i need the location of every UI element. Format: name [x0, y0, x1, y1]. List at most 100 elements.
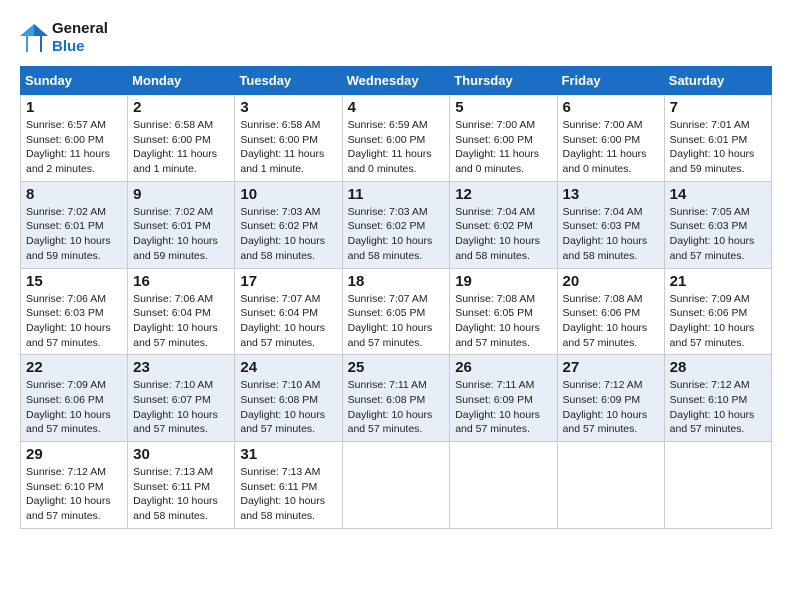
day-info: Sunrise: 6:57 AM Sunset: 6:00 PM Dayligh… — [26, 118, 122, 177]
day-info: Sunrise: 7:02 AM Sunset: 6:01 PM Dayligh… — [26, 205, 122, 264]
day-number: 29 — [26, 446, 122, 463]
day-info: Sunrise: 7:12 AM Sunset: 6:09 PM Dayligh… — [563, 378, 659, 437]
day-number: 3 — [240, 99, 336, 116]
day-info: Sunrise: 7:09 AM Sunset: 6:06 PM Dayligh… — [670, 292, 766, 351]
day-info: Sunrise: 7:00 AM Sunset: 6:00 PM Dayligh… — [563, 118, 659, 177]
calendar-day-13: 13 Sunrise: 7:04 AM Sunset: 6:03 PM Dayli… — [557, 181, 664, 268]
day-info: Sunrise: 7:07 AM Sunset: 6:05 PM Dayligh… — [348, 292, 445, 351]
day-info: Sunrise: 7:04 AM Sunset: 6:02 PM Dayligh… — [455, 205, 551, 264]
day-number: 19 — [455, 273, 551, 290]
col-header-sunday: Sunday — [21, 67, 128, 95]
calendar-day-2: 2Sunrise: 6:58 AM Sunset: 6:00 PM Daylig… — [128, 95, 235, 182]
logo: GeneralBlue — [20, 20, 108, 56]
day-info: Sunrise: 7:09 AM Sunset: 6:06 PM Dayligh… — [26, 378, 122, 437]
day-number: 24 — [240, 359, 336, 376]
day-info: Sunrise: 7:13 AM Sunset: 6:11 PM Dayligh… — [240, 465, 336, 524]
page-header: GeneralBlue — [20, 20, 772, 56]
day-number: 15 — [26, 273, 122, 290]
day-info: Sunrise: 7:05 AM Sunset: 6:03 PM Dayligh… — [670, 205, 766, 264]
col-header-tuesday: Tuesday — [235, 67, 342, 95]
day-number: 18 — [348, 273, 445, 290]
calendar-day-5: 5 Sunrise: 7:00 AM Sunset: 6:00 PM Daylig… — [450, 95, 557, 182]
day-info: Sunrise: 7:08 AM Sunset: 6:06 PM Dayligh… — [563, 292, 659, 351]
day-number: 10 — [240, 186, 336, 203]
day-number: 31 — [240, 446, 336, 463]
day-info: Sunrise: 7:02 AM Sunset: 6:01 PM Dayligh… — [133, 205, 229, 264]
calendar-day-31: 31 Sunrise: 7:13 AM Sunset: 6:11 PM Dayli… — [235, 442, 342, 529]
calendar-day-16: 16 Sunrise: 7:06 AM Sunset: 6:04 PM Dayli… — [128, 268, 235, 355]
day-info: Sunrise: 7:00 AM Sunset: 6:00 PM Dayligh… — [455, 118, 551, 177]
day-info: Sunrise: 7:12 AM Sunset: 6:10 PM Dayligh… — [670, 378, 766, 437]
calendar-week-row-2: 8Sunrise: 7:02 AM Sunset: 6:01 PM Daylig… — [21, 181, 772, 268]
day-number: 12 — [455, 186, 551, 203]
calendar-day-27: 27 Sunrise: 7:12 AM Sunset: 6:09 PM Dayli… — [557, 355, 664, 442]
day-info: Sunrise: 7:11 AM Sunset: 6:09 PM Dayligh… — [455, 378, 551, 437]
logo-text: GeneralBlue — [52, 20, 108, 56]
col-header-thursday: Thursday — [450, 67, 557, 95]
day-info: Sunrise: 7:07 AM Sunset: 6:04 PM Dayligh… — [240, 292, 336, 351]
col-header-wednesday: Wednesday — [342, 67, 450, 95]
day-number: 4 — [348, 99, 445, 116]
calendar-table: SundayMondayTuesdayWednesdayThursdayFrid… — [20, 66, 772, 529]
day-number: 6 — [563, 99, 659, 116]
day-info: Sunrise: 7:06 AM Sunset: 6:03 PM Dayligh… — [26, 292, 122, 351]
calendar-week-row-3: 15 Sunrise: 7:06 AM Sunset: 6:03 PM Dayli… — [21, 268, 772, 355]
calendar-day-17: 17 Sunrise: 7:07 AM Sunset: 6:04 PM Dayli… — [235, 268, 342, 355]
col-header-monday: Monday — [128, 67, 235, 95]
day-number: 16 — [133, 273, 229, 290]
calendar-day-12: 12 Sunrise: 7:04 AM Sunset: 6:02 PM Dayli… — [450, 181, 557, 268]
calendar-day-19: 19 Sunrise: 7:08 AM Sunset: 6:05 PM Dayli… — [450, 268, 557, 355]
day-number: 28 — [670, 359, 766, 376]
day-number: 13 — [563, 186, 659, 203]
calendar-day-29: 29Sunrise: 7:12 AM Sunset: 6:10 PM Dayli… — [21, 442, 128, 529]
calendar-day-15: 15 Sunrise: 7:06 AM Sunset: 6:03 PM Dayli… — [21, 268, 128, 355]
day-info: Sunrise: 7:10 AM Sunset: 6:07 PM Dayligh… — [133, 378, 229, 437]
day-number: 17 — [240, 273, 336, 290]
day-info: Sunrise: 7:03 AM Sunset: 6:02 PM Dayligh… — [348, 205, 445, 264]
logo-blue: Blue — [52, 38, 108, 56]
calendar-day-20: 20 Sunrise: 7:08 AM Sunset: 6:06 PM Dayli… — [557, 268, 664, 355]
logo-icon — [20, 22, 48, 54]
day-info: Sunrise: 6:58 AM Sunset: 6:00 PM Dayligh… — [240, 118, 336, 177]
day-number: 25 — [348, 359, 445, 376]
calendar-day-10: 10 Sunrise: 7:03 AM Sunset: 6:02 PM Dayli… — [235, 181, 342, 268]
calendar-day-11: 11 Sunrise: 7:03 AM Sunset: 6:02 PM Dayli… — [342, 181, 450, 268]
col-header-friday: Friday — [557, 67, 664, 95]
empty-cell — [664, 442, 771, 529]
col-header-saturday: Saturday — [664, 67, 771, 95]
calendar-day-25: 25 Sunrise: 7:11 AM Sunset: 6:08 PM Dayli… — [342, 355, 450, 442]
day-number: 9 — [133, 186, 229, 203]
day-number: 20 — [563, 273, 659, 290]
calendar-day-7: 7Sunrise: 7:01 AM Sunset: 6:01 PM Daylig… — [664, 95, 771, 182]
calendar-day-30: 30Sunrise: 7:13 AM Sunset: 6:11 PM Dayli… — [128, 442, 235, 529]
empty-cell — [450, 442, 557, 529]
calendar-day-18: 18 Sunrise: 7:07 AM Sunset: 6:05 PM Dayli… — [342, 268, 450, 355]
day-info: Sunrise: 7:06 AM Sunset: 6:04 PM Dayligh… — [133, 292, 229, 351]
day-info: Sunrise: 7:08 AM Sunset: 6:05 PM Dayligh… — [455, 292, 551, 351]
day-number: 27 — [563, 359, 659, 376]
day-info: Sunrise: 7:11 AM Sunset: 6:08 PM Dayligh… — [348, 378, 445, 437]
day-number: 11 — [348, 186, 445, 203]
day-number: 2 — [133, 99, 229, 116]
calendar-day-1: 1 Sunrise: 6:57 AM Sunset: 6:00 PM Daylig… — [21, 95, 128, 182]
day-number: 5 — [455, 99, 551, 116]
day-info: Sunrise: 7:10 AM Sunset: 6:08 PM Dayligh… — [240, 378, 336, 437]
calendar-day-24: 24 Sunrise: 7:10 AM Sunset: 6:08 PM Dayli… — [235, 355, 342, 442]
calendar-day-23: 23Sunrise: 7:10 AM Sunset: 6:07 PM Dayli… — [128, 355, 235, 442]
day-number: 14 — [670, 186, 766, 203]
calendar-day-14: 14 Sunrise: 7:05 AM Sunset: 6:03 PM Dayli… — [664, 181, 771, 268]
day-number: 1 — [26, 99, 122, 116]
calendar-day-28: 28 Sunrise: 7:12 AM Sunset: 6:10 PM Dayli… — [664, 355, 771, 442]
day-number: 7 — [670, 99, 766, 116]
empty-cell — [557, 442, 664, 529]
calendar-header-row: SundayMondayTuesdayWednesdayThursdayFrid… — [21, 67, 772, 95]
calendar-day-3: 3 Sunrise: 6:58 AM Sunset: 6:00 PM Daylig… — [235, 95, 342, 182]
empty-cell — [342, 442, 450, 529]
calendar-week-row-4: 22Sunrise: 7:09 AM Sunset: 6:06 PM Dayli… — [21, 355, 772, 442]
day-info: Sunrise: 7:04 AM Sunset: 6:03 PM Dayligh… — [563, 205, 659, 264]
logo-general: General — [52, 20, 108, 38]
calendar-day-21: 21Sunrise: 7:09 AM Sunset: 6:06 PM Dayli… — [664, 268, 771, 355]
day-info: Sunrise: 7:03 AM Sunset: 6:02 PM Dayligh… — [240, 205, 336, 264]
day-number: 26 — [455, 359, 551, 376]
calendar-day-6: 6 Sunrise: 7:00 AM Sunset: 6:00 PM Daylig… — [557, 95, 664, 182]
